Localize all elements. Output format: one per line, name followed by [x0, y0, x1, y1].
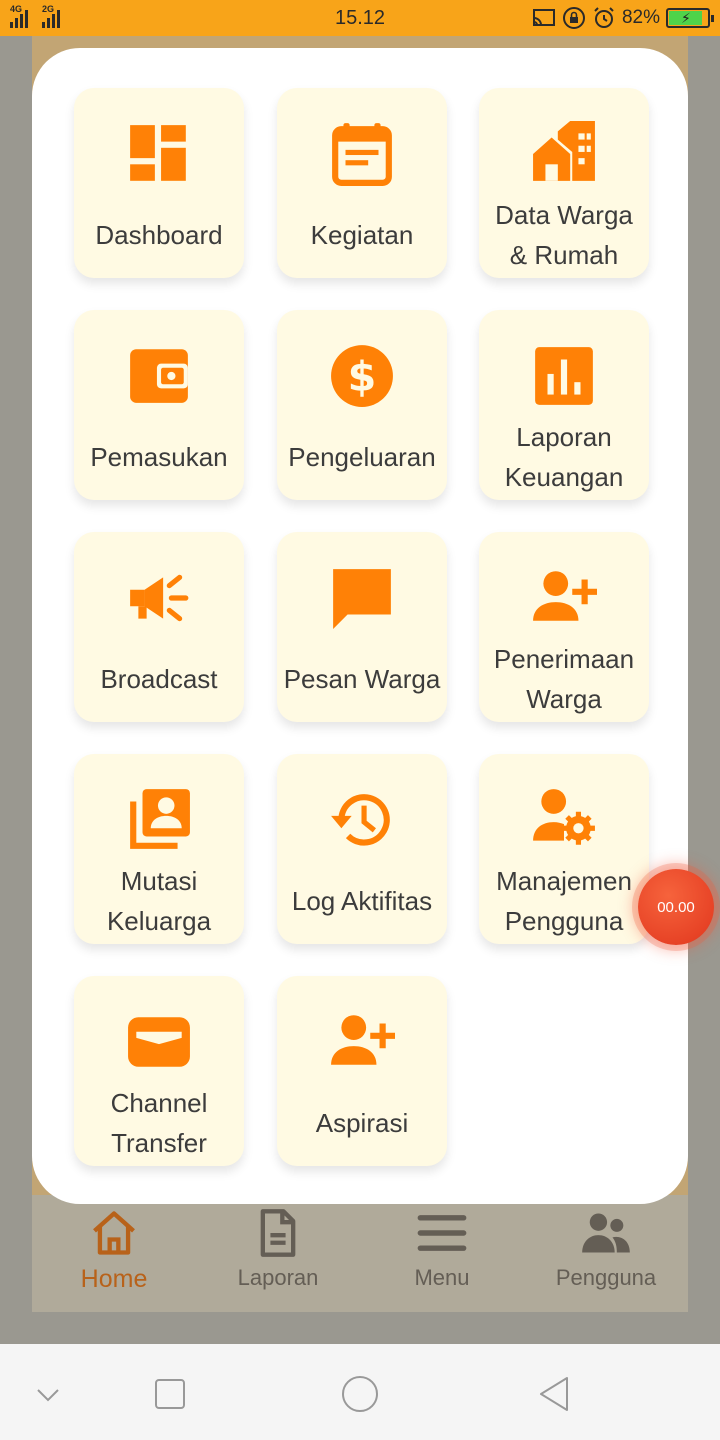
- menu-item-label: Kegiatan: [310, 220, 414, 250]
- menu-item-log-aktifitas[interactable]: Log Aktifitas: [277, 754, 447, 944]
- menu-item-penerimaan-warga[interactable]: Penerimaan Warga: [479, 532, 649, 722]
- menu-item-pemasukan[interactable]: Pemasukan: [74, 310, 244, 500]
- menu-item-pesan-warga[interactable]: Pesan Warga: [277, 532, 447, 722]
- dollar-icon: $: [326, 340, 398, 412]
- chevron-down-icon: [37, 1389, 59, 1402]
- users-icon: [582, 1213, 630, 1253]
- recents-button[interactable]: [150, 1374, 190, 1414]
- menu-item-label: Pengeluaran: [288, 442, 436, 472]
- wallet-icon: [123, 340, 195, 412]
- svg-text:$: $: [348, 352, 377, 400]
- menu-sheet: Dashboard Kegiatan Data Warga & Rumah Pe…: [32, 48, 688, 1204]
- home-system-button[interactable]: [340, 1374, 380, 1414]
- person-add-icon: [528, 562, 600, 634]
- menu-item-label: Broadcast: [100, 664, 218, 694]
- card-wallet-icon: [123, 1006, 195, 1078]
- back-triangle-icon: [540, 1377, 568, 1411]
- menu-item-aspirasi[interactable]: Aspirasi: [277, 976, 447, 1166]
- document-icon: [260, 1209, 296, 1257]
- history-icon: [326, 784, 398, 856]
- menu-item-label: Manajemen Pengguna: [496, 866, 632, 936]
- back-button[interactable]: [535, 1374, 575, 1414]
- battery-percent: 82%: [621, 7, 660, 28]
- menu-item-label: Channel Transfer: [110, 1088, 208, 1158]
- person-add-icon: [326, 1006, 398, 1078]
- user-gear-icon: [528, 784, 600, 856]
- status-bar: 4G 2G 15.12 82% ⚡: [0, 0, 720, 36]
- megaphone-icon: [123, 562, 195, 634]
- menu-item-channel-transfer[interactable]: Channel Transfer: [74, 976, 244, 1166]
- menu-item-label: Aspirasi: [315, 1108, 409, 1138]
- signal-4g-icon: 4G: [10, 4, 28, 28]
- houses-icon: [528, 118, 600, 190]
- floating-timer-button[interactable]: 00.00: [638, 869, 714, 945]
- system-navigation-bar: [0, 1344, 720, 1440]
- nav-home[interactable]: Home: [39, 1207, 189, 1294]
- menu-item-label: Dashboard: [95, 220, 223, 250]
- cast-icon: [532, 9, 555, 26]
- nav-pengguna-label: Pengguna: [555, 1265, 657, 1290]
- menu-item-label: Mutasi Keluarga: [106, 866, 212, 936]
- signal-2g-icon: 2G: [42, 4, 60, 28]
- network-type-1: 4G: [10, 4, 23, 14]
- menu-item-label: Data Warga & Rumah: [495, 200, 633, 270]
- chat-icon: [326, 562, 398, 634]
- status-icons: 82% ⚡: [532, 6, 714, 30]
- home-icon: [93, 1211, 135, 1255]
- contacts-stack-icon: [123, 784, 195, 856]
- lock-rotation-icon: [562, 7, 585, 29]
- circle-icon: [342, 1376, 378, 1412]
- bar-chart-icon: [528, 340, 600, 412]
- menu-item-pengeluaran[interactable]: $ Pengeluaran: [277, 310, 447, 500]
- collapse-button[interactable]: [28, 1374, 68, 1414]
- menu-item-label: Pemasukan: [90, 442, 228, 472]
- nav-home-label: Home: [80, 1265, 148, 1293]
- menu-item-broadcast[interactable]: Broadcast: [74, 532, 244, 722]
- hamburger-icon: [417, 1215, 467, 1251]
- nav-pengguna[interactable]: Pengguna: [531, 1207, 681, 1291]
- battery-charging-icon: ⚡: [666, 8, 714, 28]
- signal-group: 4G 2G: [10, 4, 60, 28]
- menu-item-manajemen-pengguna[interactable]: Manajemen Pengguna: [479, 754, 649, 944]
- menu-item-label: Pesan Warga: [283, 664, 441, 694]
- bottom-navigation: Home Laporan Menu Pengguna: [32, 1195, 688, 1312]
- nav-laporan-label: Laporan: [237, 1265, 319, 1290]
- nav-laporan[interactable]: Laporan: [203, 1207, 353, 1291]
- alarm-icon: [594, 7, 614, 28]
- network-type-2: 2G: [42, 4, 55, 14]
- menu-item-label: Laporan Keuangan: [504, 422, 624, 492]
- menu-item-label: Penerimaan Warga: [493, 644, 635, 714]
- floating-timer-text: 00.00: [657, 898, 695, 916]
- menu-item-mutasi-keluarga[interactable]: Mutasi Keluarga: [74, 754, 244, 944]
- dashboard-icon: [123, 118, 195, 190]
- calendar-event-icon: [326, 118, 398, 190]
- square-icon: [155, 1379, 185, 1409]
- menu-item-data-warga-rumah[interactable]: Data Warga & Rumah: [479, 88, 649, 278]
- menu-item-laporan-keuangan[interactable]: Laporan Keuangan: [479, 310, 649, 500]
- nav-menu-label: Menu: [414, 1265, 470, 1290]
- menu-item-dashboard[interactable]: Dashboard: [74, 88, 244, 278]
- menu-item-label: Log Aktifitas: [291, 886, 433, 916]
- menu-item-kegiatan[interactable]: Kegiatan: [277, 88, 447, 278]
- nav-menu[interactable]: Menu: [367, 1207, 517, 1291]
